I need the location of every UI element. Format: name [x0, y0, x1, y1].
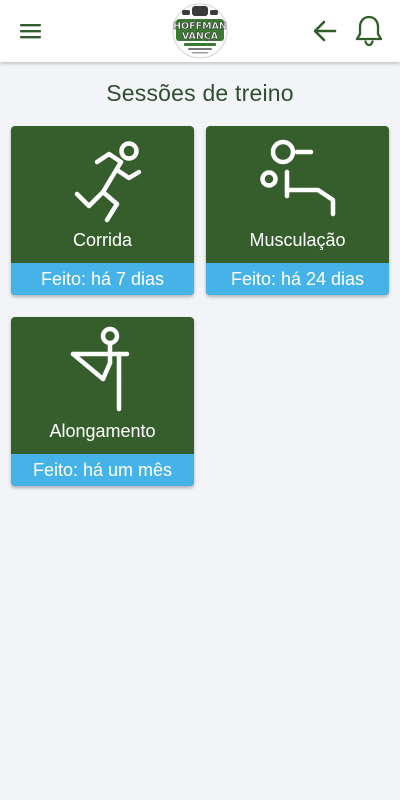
session-status: Feito: há 7 dias — [11, 263, 194, 295]
session-card-corrida[interactable]: Corrida Feito: há 7 dias — [11, 126, 194, 295]
session-card-musculacao[interactable]: Musculação Feito: há 24 dias — [206, 126, 389, 295]
menu-button[interactable] — [14, 16, 48, 46]
arrow-left-icon — [313, 20, 337, 42]
session-status: Feito: há 24 dias — [206, 263, 389, 295]
stretching-icon — [70, 326, 130, 412]
brand-logo: HOFFMAN VANÇA — [170, 2, 230, 60]
app-bar: HOFFMAN VANÇA — [0, 0, 400, 62]
back-button[interactable] — [308, 14, 342, 48]
running-person-icon — [74, 141, 142, 223]
bell-icon — [355, 15, 383, 47]
session-card-alongamento[interactable]: Alongamento Feito: há um mês — [11, 317, 194, 486]
page-title: Sessões de treino — [106, 80, 294, 106]
logo-text-line2: VANÇA — [182, 31, 219, 42]
session-status: Feito: há um mês — [11, 454, 194, 486]
session-label: Musculação — [249, 230, 346, 250]
hamburger-menu-icon — [20, 24, 41, 39]
session-label: Alongamento — [49, 421, 156, 441]
session-label: Corrida — [72, 230, 133, 250]
weightlifting-icon — [260, 139, 336, 217]
notifications-button[interactable] — [352, 12, 386, 48]
